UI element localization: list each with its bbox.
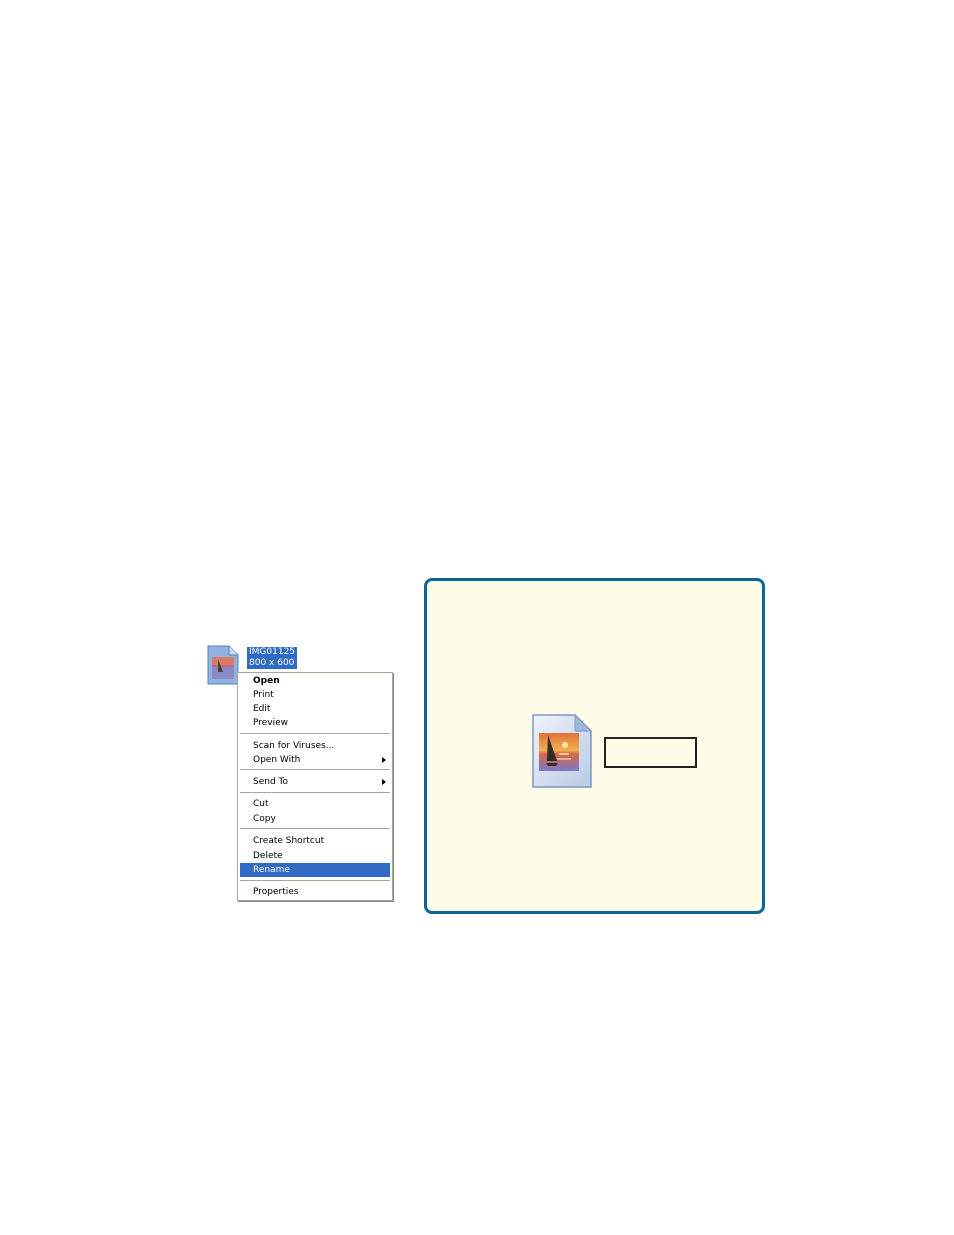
menu-item-create-shortcut[interactable]: Create Shortcut [240,834,390,848]
menu-item-open-with-label: Open With [253,755,301,765]
menu-separator [240,792,390,793]
submenu-arrow-icon [382,757,386,763]
menu-item-scan-for-viruses[interactable]: Scan for Viruses... [240,739,390,753]
menu-item-edit[interactable]: Edit [240,702,390,716]
rename-input[interactable] [604,737,697,768]
menu-item-open[interactable]: Open [240,674,390,688]
menu-separator [240,880,390,881]
menu-separator [240,828,390,829]
menu-item-send-to-label: Send To [253,777,289,787]
file-name: IMG01125 [249,647,296,657]
rename-callout-panel [424,578,765,914]
menu-item-properties[interactable]: Properties [240,885,390,899]
context-menu: Open Print Edit Preview Scan for Viruses… [237,672,393,901]
file-name-label[interactable]: IMG01125 800 x 600 [247,647,298,669]
menu-separator [240,733,390,734]
menu-item-print[interactable]: Print [240,688,390,702]
menu-separator [240,769,390,770]
menu-item-cut[interactable]: Cut [240,797,390,811]
file-dimensions: 800 x 600 [249,658,295,668]
menu-item-delete[interactable]: Delete [240,849,390,863]
menu-item-send-to[interactable]: Send To [240,775,390,789]
menu-item-rename[interactable]: Rename [240,863,390,877]
submenu-arrow-icon [382,779,386,785]
menu-item-open-with[interactable]: Open With [240,753,390,767]
menu-item-copy[interactable]: Copy [240,812,390,826]
image-file-icon[interactable] [207,645,239,685]
menu-item-preview[interactable]: Preview [240,716,390,730]
image-file-icon [532,713,593,788]
